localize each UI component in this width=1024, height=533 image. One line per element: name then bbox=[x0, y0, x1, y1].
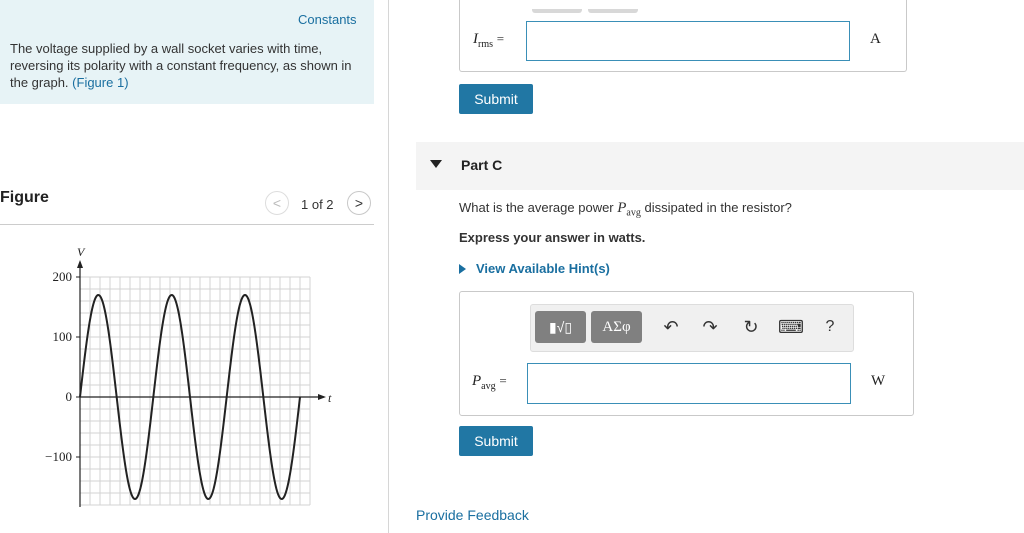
y-axis-label: V bbox=[77, 245, 86, 259]
pavg-label: Pavg = bbox=[472, 373, 507, 392]
irms-unit: A bbox=[870, 31, 881, 47]
undo-icon[interactable]: ↶ bbox=[659, 311, 683, 343]
voltage-chart: 200 100 0 −100 V t bbox=[45, 245, 332, 507]
pane-divider bbox=[388, 0, 389, 533]
figure-link[interactable]: (Figure 1) bbox=[72, 75, 128, 90]
y-tick-label: 0 bbox=[66, 389, 73, 404]
figure-title: Figure bbox=[0, 189, 49, 206]
intro-description: The voltage supplied by a wall socket va… bbox=[10, 41, 352, 90]
figure-divider bbox=[0, 224, 374, 225]
pavg-answer-input[interactable] bbox=[527, 363, 851, 404]
figure-counter: 1 of 2 bbox=[301, 197, 334, 212]
redo-icon[interactable]: ↷ bbox=[698, 311, 722, 343]
reset-icon[interactable]: ↻ bbox=[739, 311, 763, 343]
collapse-caret-icon[interactable] bbox=[430, 160, 442, 168]
view-hints-link[interactable]: View Available Hint(s) bbox=[476, 261, 610, 276]
pavg-unit: W bbox=[871, 373, 886, 389]
greek-symbols-button[interactable]: ΑΣφ bbox=[591, 311, 642, 343]
chevron-right-icon: > bbox=[354, 195, 364, 211]
chart-grid bbox=[79, 276, 311, 506]
hint-caret-icon[interactable] bbox=[459, 264, 466, 274]
part-c-header[interactable] bbox=[416, 142, 1024, 190]
provide-feedback-link[interactable]: Provide Feedback bbox=[416, 507, 529, 523]
irms-label: Irms = bbox=[473, 31, 505, 50]
submit-button-part-c[interactable]: Submit bbox=[459, 426, 533, 456]
irms-answer-input[interactable] bbox=[526, 21, 850, 61]
chart-ticks: 200 100 0 −100 bbox=[45, 269, 80, 464]
part-c-question: What is the average power Pavg dissipate… bbox=[459, 200, 792, 219]
next-figure-button[interactable]: > bbox=[347, 191, 371, 215]
chevron-left-icon: < bbox=[272, 195, 282, 211]
submit-button-part-b[interactable]: Submit bbox=[459, 84, 533, 114]
y-tick-label: 200 bbox=[53, 269, 73, 284]
y-tick-label: −100 bbox=[45, 449, 72, 464]
toolbar-remnant bbox=[532, 0, 644, 18]
help-icon[interactable]: ? bbox=[818, 311, 842, 343]
y-tick-label: 100 bbox=[53, 329, 73, 344]
templates-button[interactable]: ▮√▯ bbox=[535, 311, 586, 343]
prev-figure-button[interactable]: < bbox=[265, 191, 289, 215]
intro-text: The voltage supplied by a wall socket va… bbox=[10, 40, 366, 91]
x-axis-arrow bbox=[318, 394, 326, 400]
x-axis-label: t bbox=[328, 391, 332, 405]
constants-link[interactable]: Constants bbox=[298, 12, 357, 27]
part-c-instruction: Express your answer in watts. bbox=[459, 230, 646, 245]
part-c-title: Part C bbox=[461, 157, 503, 173]
keyboard-icon[interactable]: ⌨ bbox=[776, 311, 806, 343]
y-axis-arrow bbox=[77, 260, 83, 268]
